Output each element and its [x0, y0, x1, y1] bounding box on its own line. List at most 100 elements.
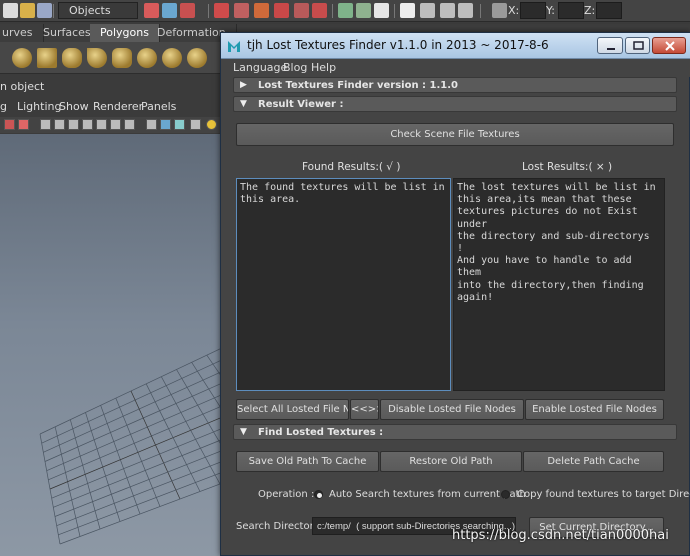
watermark-text: https://blog.csdn.net/tian0000hai: [452, 528, 669, 543]
hypershade-icon[interactable]: [458, 3, 473, 18]
delete-path-cache-button[interactable]: Delete Path Cache: [523, 451, 664, 472]
copy-found-label: Copy found textures to target Directo: [517, 489, 690, 500]
mask-dynamic-icon[interactable]: [312, 3, 327, 18]
poly-sphere-icon[interactable]: [12, 48, 32, 68]
ipr-render-icon[interactable]: [420, 3, 435, 18]
expanded-arrow-icon: ▼: [240, 427, 247, 437]
shadows-icon[interactable]: [110, 119, 121, 130]
open-folder-icon[interactable]: [20, 3, 35, 18]
check-scene-textures-button[interactable]: Check Scene File Textures: [236, 123, 674, 146]
version-label: Lost Textures Finder version : 1.1.0: [258, 80, 458, 91]
select-object-icon[interactable]: [162, 3, 177, 18]
found-results-area[interactable]: The found textures will be list in this …: [236, 178, 451, 391]
panel-menu-bar: g Lighting Show Renderer Panels: [0, 100, 230, 116]
poly-cylinder-icon[interactable]: [62, 48, 82, 68]
y-coord-label: Y:: [546, 4, 555, 17]
select-camera-icon[interactable]: [4, 119, 15, 130]
poly-cone-icon[interactable]: [87, 48, 107, 68]
checker-icon[interactable]: [190, 119, 201, 130]
save-icon[interactable]: [37, 3, 52, 18]
panel-menu-show[interactable]: Show: [59, 100, 89, 113]
lost-results-area[interactable]: The lost textures will be list in this a…: [453, 178, 665, 391]
toolbar-divider: [208, 4, 209, 18]
grid-line: [145, 383, 201, 492]
find-losted-section-header[interactable]: ▼ Find Losted Textures :: [233, 424, 677, 440]
isolate-select-icon[interactable]: [146, 119, 157, 130]
grid-line: [46, 394, 222, 471]
maximize-icon: [633, 41, 644, 50]
3d-viewport[interactable]: [0, 134, 222, 556]
window-content: ▶ Lost Textures Finder version : 1.1.0 ▼…: [233, 77, 690, 556]
grid-line: [48, 405, 222, 481]
z-coord-label: Z:: [584, 4, 596, 17]
window-titlebar[interactable]: tjh Lost Textures Finder v1.1.0 in 2013 …: [221, 33, 690, 59]
find-losted-label: Find Losted Textures :: [258, 427, 384, 438]
panel-menu-panels[interactable]: Panels: [141, 100, 176, 113]
select-hierarchy-icon[interactable]: [144, 3, 159, 18]
save-path-cache-button[interactable]: Save Old Path To Cache: [236, 451, 379, 472]
disable-losted-button[interactable]: Disable Losted File Nodes: [380, 399, 524, 420]
mask-deformer-icon[interactable]: [294, 3, 309, 18]
smooth-shade-icon[interactable]: [54, 119, 65, 130]
xray-joints-icon[interactable]: [174, 119, 185, 130]
auto-search-radio[interactable]: [314, 490, 323, 499]
menu-language[interactable]: Language: [233, 61, 287, 74]
y-coord-field[interactable]: [558, 2, 584, 19]
grid-line: [49, 416, 222, 490]
grid-line: [176, 369, 222, 447]
render-settings-icon[interactable]: [440, 3, 455, 18]
collapsed-arrow-icon: ▶: [240, 80, 247, 90]
camera-attributes-icon[interactable]: [18, 119, 29, 130]
copy-found-radio[interactable]: [501, 490, 510, 499]
poly-plane-icon[interactable]: [112, 48, 132, 68]
ground-grid: [39, 347, 222, 545]
poly-helix-icon[interactable]: [187, 48, 207, 68]
enable-losted-button[interactable]: Enable Losted File Nodes: [525, 399, 664, 420]
swap-button[interactable]: <<>>: [350, 399, 379, 420]
menu-blog[interactable]: Blog: [283, 61, 307, 74]
snap-point-icon[interactable]: [374, 3, 389, 18]
restore-old-path-button[interactable]: Restore Old Path: [380, 451, 522, 472]
mask-surface-icon[interactable]: [274, 3, 289, 18]
window-menubar: Language Blog Help: [221, 59, 690, 77]
x-coord-field[interactable]: [520, 2, 546, 19]
select-all-losted-button[interactable]: Select All Losted File Nodes: [236, 399, 349, 420]
light-icon[interactable]: [206, 119, 217, 130]
mask-handle-icon[interactable]: [214, 3, 229, 18]
grid-line: [44, 382, 222, 462]
grid-line: [54, 450, 222, 517]
mask-curve-icon[interactable]: [254, 3, 269, 18]
grid-line: [59, 482, 222, 545]
new-scene-icon[interactable]: [3, 3, 18, 18]
use-all-lights-icon[interactable]: [96, 119, 107, 130]
selection-mode-dropdown[interactable]: Objects: [58, 2, 138, 19]
mask-joint-icon[interactable]: [234, 3, 249, 18]
render-icon[interactable]: [400, 3, 415, 18]
version-section-header[interactable]: ▶ Lost Textures Finder version : 1.1.0: [233, 77, 677, 93]
wireframe-icon[interactable]: [40, 119, 51, 130]
close-button[interactable]: [652, 37, 686, 54]
found-results-title: Found Results:( √ ): [302, 161, 401, 173]
maximize-button[interactable]: [625, 37, 650, 54]
poly-pipe-icon[interactable]: [162, 48, 182, 68]
auto-search-label: Auto Search textures from current path: [329, 489, 526, 500]
select-component-icon[interactable]: [180, 3, 195, 18]
wireframe-on-shaded-icon[interactable]: [68, 119, 79, 130]
transform-mode-icon[interactable]: [492, 3, 507, 18]
minimize-button[interactable]: [597, 37, 623, 54]
xray-icon[interactable]: [160, 119, 171, 130]
menu-help[interactable]: Help: [311, 61, 336, 74]
lost-textures-finder-window: tjh Lost Textures Finder v1.1.0 in 2013 …: [220, 32, 690, 556]
result-viewer-label: Result Viewer :: [258, 99, 344, 110]
poly-torus-icon[interactable]: [137, 48, 157, 68]
z-coord-field[interactable]: [596, 2, 622, 19]
result-viewer-section-header[interactable]: ▼ Result Viewer :: [233, 96, 677, 112]
text-overlay-icon[interactable]: [124, 119, 135, 130]
snap-curve-icon[interactable]: [356, 3, 371, 18]
snap-grid-icon[interactable]: [338, 3, 353, 18]
panel-menu-renderer[interactable]: Renderer: [93, 100, 143, 113]
textured-icon[interactable]: [82, 119, 93, 130]
poly-cube-icon[interactable]: [37, 48, 57, 68]
panel-menu-lighting[interactable]: Lighting: [17, 100, 61, 113]
panel-menu-shading[interactable]: g: [0, 100, 7, 113]
